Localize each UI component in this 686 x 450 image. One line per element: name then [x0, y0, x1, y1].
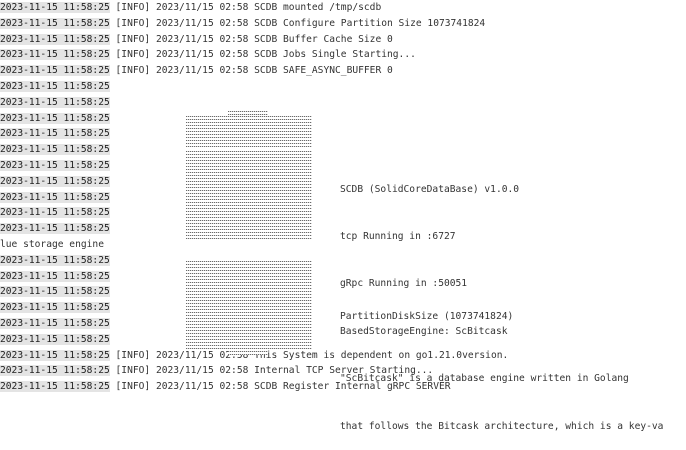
log-timestamp: 2023-11-15 11:58:25	[0, 2, 110, 13]
log-line: 2023-11-15 11:58:25 [INFO] 2023/11/15 02…	[0, 63, 686, 79]
log-timestamp: 2023-11-15 11:58:25	[0, 175, 110, 187]
log-message: [INFO] 2023/11/15 02:58 SCDB Buffer Cach…	[109, 33, 393, 45]
banner-partition-line: PartitionDiskSize (1073741824)	[340, 310, 514, 322]
log-message: [INFO] 2023/11/15 02:58 SCDB Configure P…	[109, 17, 486, 29]
log-timestamp: 2023-11-15 11:58:25	[0, 112, 110, 124]
database-art-bottom	[228, 349, 268, 355]
log-message: [INFO] 2023/11/15 02:58 SCDB SAFE_ASYNC_…	[109, 65, 393, 77]
log-timestamp: 2023-11-15 11:58:25	[0, 254, 110, 266]
banner-desc-line-2: that follows the Bitcask architecture, w…	[340, 420, 664, 432]
log-timestamp: 2023-11-15 11:58:25	[0, 159, 110, 171]
banner-desc-line: "ScBitcask" is a database engine written…	[340, 373, 629, 385]
log-timestamp: 2023-11-15 11:58:25	[0, 223, 110, 235]
log-line: 2023-11-15 11:58:25	[0, 95, 686, 111]
log-timestamp: 2023-11-15 11:58:25	[0, 286, 110, 298]
log-line: 2023-11-15 11:58:25 [INFO] 2023/11/15 02…	[0, 47, 686, 63]
log-timestamp: 2023-11-15 11:58:25	[0, 207, 110, 219]
log-timestamp: 2023-11-15 11:58:25	[0, 381, 110, 393]
log-timestamp: 2023-11-15 11:58:25	[0, 349, 110, 361]
log-line: 2023-11-15 11:58:25	[0, 79, 686, 95]
log-message: [INFO] 2023/11/15 02:58 SCDB Jobs Single…	[109, 49, 416, 61]
database-ascii-art	[186, 109, 312, 355]
log-timestamp: 2023-11-15 11:58:25	[0, 49, 110, 61]
banner-version-line: SCDB (SolidCoreDataBase) v1.0.0	[340, 183, 520, 195]
database-art-body-lower	[186, 261, 312, 349]
log-timestamp: 2023-11-15 11:58:25	[0, 270, 110, 282]
banner-info-lower: PartitionDiskSize (1073741824)	[340, 277, 513, 340]
database-art-cap	[186, 115, 312, 147]
database-art-body-upper	[186, 149, 312, 239]
log-line: 2023-11-15 11:58:25 [INFO] 2023/11/15 02…	[0, 0, 686, 16]
log-timestamp: 2023-11-15 11:58:25	[0, 17, 110, 29]
log-timestamp: 2023-11-15 11:58:25	[0, 333, 110, 345]
log-timestamp: 2023-11-15 11:58:25	[0, 365, 110, 377]
log-message: [INFO] 2023/11/15 02:58 SCDB mounted /tm…	[109, 2, 382, 13]
log-timestamp: 2023-11-15 11:58:25	[0, 191, 110, 203]
log-timestamp: 2023-11-15 11:58:25	[0, 65, 110, 77]
log-timestamp: 2023-11-15 11:58:25	[0, 33, 110, 45]
log-message: lue storage engine	[0, 238, 104, 250]
log-line: 2023-11-15 11:58:25 [INFO] 2023/11/15 02…	[0, 16, 686, 32]
log-timestamp: 2023-11-15 11:58:25	[0, 144, 110, 156]
log-line: 2023-11-15 11:58:25 [INFO] 2023/11/15 02…	[0, 32, 686, 48]
log-timestamp: 2023-11-15 11:58:25	[0, 302, 110, 314]
log-timestamp: 2023-11-15 11:58:25	[0, 317, 110, 329]
log-line: 2023-11-15 11:58:25	[0, 111, 686, 127]
log-line: 2023-11-15 11:58:25	[0, 126, 686, 142]
log-timestamp: 2023-11-15 11:58:25	[0, 128, 110, 140]
banner-tcp-line: tcp Running in :6727	[340, 230, 456, 242]
log-timestamp: 2023-11-15 11:58:25	[0, 96, 110, 108]
log-timestamp: 2023-11-15 11:58:25	[0, 80, 110, 92]
